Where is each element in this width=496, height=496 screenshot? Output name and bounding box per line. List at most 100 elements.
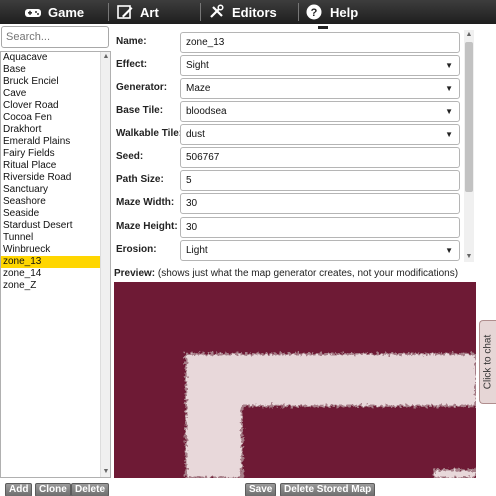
nav-divider [200,3,201,21]
scroll-up-icon[interactable]: ▲ [465,31,473,39]
list-item[interactable]: Tunnel [1,232,100,244]
base-tile-value: bloodsea [186,106,227,117]
name-value: zone_13 [186,37,225,48]
path-size-field[interactable]: 5 [180,170,460,191]
path-size-value: 5 [186,175,192,186]
chevron-down-icon: ▼ [445,130,453,139]
erosion-label: Erosion: [116,244,157,255]
tools-icon [210,4,224,18]
generator-label: Generator: [116,82,168,93]
delete-stored-map-button[interactable]: Delete Stored Map [280,483,376,496]
nav-divider [108,3,109,21]
map-preview [114,282,476,478]
gamepad-icon [25,9,41,17]
generator-row: Generator: Maze ▼ [114,78,460,100]
seed-field[interactable]: 506767 [180,147,460,168]
path-size-row: Path Size: 5 [114,170,460,192]
nav-art-label: Art [140,4,159,20]
nav-divider [298,3,299,21]
maze-height-field[interactable]: 30 [180,217,460,238]
nav-game[interactable]: Game [24,0,84,24]
list-item[interactable]: Riverside Road [1,172,100,184]
nav-help[interactable]: ? Help [306,0,358,24]
map-list-scrollbar[interactable]: ▲ ▼ [100,52,110,477]
map-preview-canvas [114,282,476,478]
list-item[interactable]: Bruck Enciel [1,76,100,88]
scroll-down-icon[interactable]: ▼ [102,468,110,476]
list-item[interactable]: Stardust Desert [1,220,100,232]
add-button[interactable]: Add [5,483,33,496]
scroll-up-icon[interactable]: ▲ [102,53,110,61]
base-tile-row: Base Tile: bloodsea ▼ [114,101,460,123]
preview-label: Preview: (shows just what the map genera… [114,268,458,279]
chat-tab[interactable]: Click to chat [479,320,496,404]
search-input[interactable] [1,26,109,48]
list-item[interactable]: Sanctuary [1,184,100,196]
seed-row: Seed: 506767 [114,147,460,169]
list-item[interactable]: Ritual Place [1,160,100,172]
list-item[interactable]: Base [1,64,100,76]
effect-label: Effect: [116,59,148,70]
paint-icon [117,5,133,19]
list-item[interactable]: zone_14 [1,268,100,280]
maze-height-value: 30 [186,222,198,233]
list-item[interactable]: Seashore [1,196,100,208]
delete-button[interactable]: Delete [71,483,110,496]
nav-game-label: Game [48,4,85,20]
walkable-tile-row: Walkable Tile: dust ▼ [114,124,460,146]
seed-label: Seed: [116,151,144,162]
walkable-tile-value: dust [186,129,205,140]
chevron-down-icon: ▼ [445,246,453,255]
top-nav-bar: Game Art Editors ? Help [0,0,496,24]
nav-help-label: Help [330,4,359,20]
erosion-select[interactable]: Light ▼ [180,240,460,261]
effect-row: Effect: Sight ▼ [114,55,460,77]
nav-art[interactable]: Art [116,0,159,24]
help-icon: ? [306,4,322,20]
list-item[interactable]: Fairy Fields [1,148,100,160]
clone-button[interactable]: Clone [35,483,71,496]
name-label: Name: [116,36,147,47]
list-item[interactable]: Cocoa Fen [1,112,100,124]
nav-editors[interactable]: Editors [208,0,277,24]
base-tile-label: Base Tile: [116,105,164,116]
map-list: Aquacave Base Bruck Enciel Cave Clover R… [0,51,111,478]
name-row: Name: zone_13 [114,32,460,54]
chevron-down-icon: ▼ [445,84,453,93]
chevron-down-icon: ▼ [445,61,453,70]
effect-select[interactable]: Sight ▼ [180,55,460,76]
list-item[interactable]: Seaside [1,208,100,220]
scrollbar-thumb[interactable] [465,42,473,192]
list-item[interactable]: Cave [1,88,100,100]
save-button[interactable]: Save [245,483,277,496]
maze-height-row: Maze Height: 30 [114,217,460,239]
form-scrollbar[interactable]: ▲ ▼ [464,30,474,262]
list-item[interactable]: Winbrueck [1,244,100,256]
path-size-label: Path Size: [116,174,164,185]
list-item[interactable]: Emerald Plains [1,136,100,148]
generator-select[interactable]: Maze ▼ [180,78,460,99]
resize-grip[interactable] [318,26,328,29]
name-field[interactable]: zone_13 [180,32,460,53]
scroll-down-icon[interactable]: ▼ [465,253,473,261]
map-sidebar: Aquacave Base Bruck Enciel Cave Clover R… [0,26,111,478]
effect-value: Sight [186,60,209,71]
preview-note: (shows just what the map generator creat… [155,268,459,279]
preview-title: Preview: [114,268,156,279]
seed-value: 506767 [186,152,220,163]
base-tile-select[interactable]: bloodsea ▼ [180,101,460,122]
list-item[interactable]: zone_Z [1,280,100,292]
list-item[interactable]: Aquacave [1,52,100,64]
maze-width-value: 30 [186,198,198,209]
nav-editors-label: Editors [232,4,277,20]
erosion-row: Erosion: Light ▼ [114,240,460,262]
svg-text:?: ? [311,7,318,19]
maze-width-label: Maze Width: [116,197,175,208]
list-item[interactable]: Clover Road [1,100,100,112]
maze-width-field[interactable]: 30 [180,193,460,214]
chevron-down-icon: ▼ [445,107,453,116]
walkable-tile-select[interactable]: dust ▼ [180,124,460,145]
list-item[interactable]: Drakhort [1,124,100,136]
list-item-selected[interactable]: zone_13 [1,256,100,268]
walkable-tile-label: Walkable Tile: [116,128,183,139]
